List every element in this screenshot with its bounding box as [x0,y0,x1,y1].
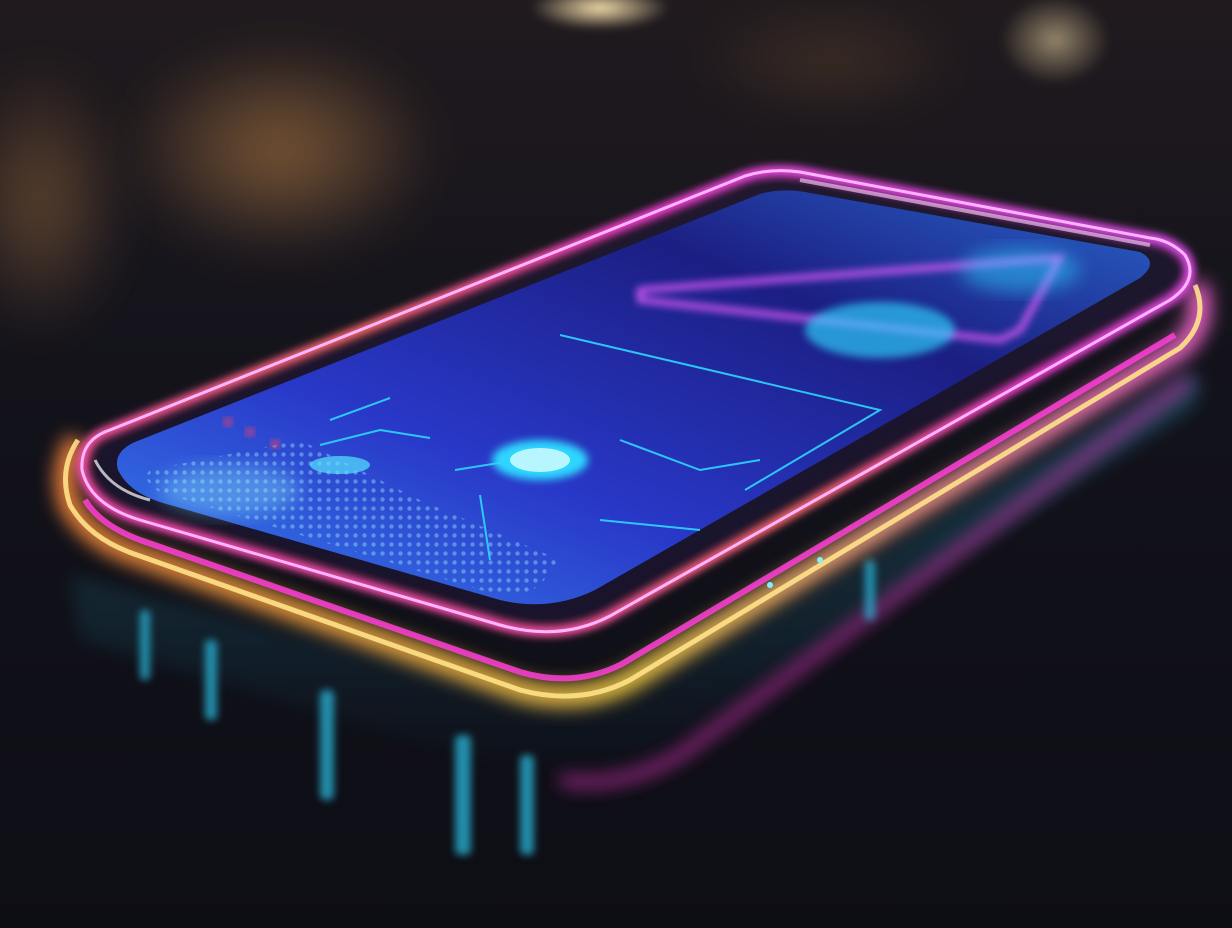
scene-svg [0,0,1232,928]
photo-scene [0,0,1232,928]
